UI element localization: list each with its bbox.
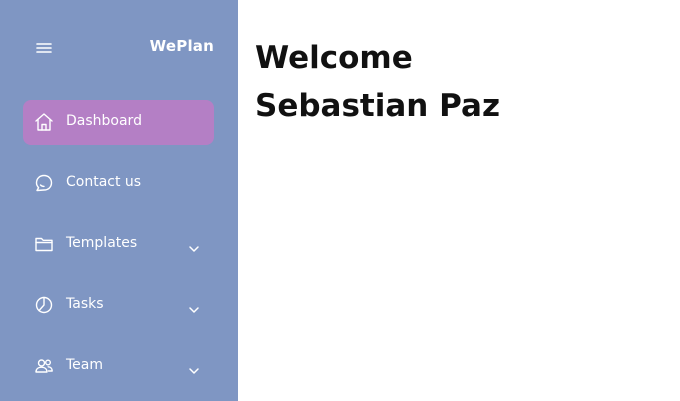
main-content: Welcome Sebastian Paz	[238, 0, 680, 401]
sidebar-item-label: Team	[66, 357, 104, 373]
sidebar-item-label: Templates	[66, 235, 138, 251]
users-icon	[34, 356, 54, 376]
chat-bubble-icon	[34, 173, 54, 193]
welcome-line: Welcome	[255, 40, 413, 76]
app-root: WePlan Dashboard Contact us Templates Ta…	[0, 0, 680, 401]
page-title: Welcome Sebastian Paz	[255, 34, 655, 130]
sidebar-item-tasks[interactable]: Tasks	[23, 283, 214, 328]
sidebar-item-team[interactable]: Team	[23, 344, 214, 389]
sidebar-item-templates[interactable]: Templates	[23, 222, 214, 267]
sidebar: WePlan Dashboard Contact us Templates Ta…	[0, 0, 238, 401]
home-icon	[34, 112, 54, 132]
sidebar-item-label: Tasks	[66, 296, 104, 312]
chevron-down-icon[interactable]	[188, 239, 200, 252]
folder-icon	[34, 234, 54, 254]
brand-logo-text: WePlan	[149, 37, 214, 55]
chevron-down-icon[interactable]	[188, 300, 200, 313]
sidebar-item-contact-us[interactable]: Contact us	[23, 161, 214, 206]
sidebar-item-label: Dashboard	[66, 113, 142, 129]
sidebar-item-dashboard[interactable]: Dashboard	[23, 100, 214, 145]
hamburger-menu-icon[interactable]	[36, 40, 52, 54]
chevron-down-icon[interactable]	[188, 361, 200, 374]
sidebar-item-label: Contact us	[66, 174, 142, 190]
sidebar-header: WePlan	[0, 0, 238, 92]
user-name: Sebastian Paz	[255, 88, 500, 124]
pie-chart-icon	[34, 295, 54, 315]
